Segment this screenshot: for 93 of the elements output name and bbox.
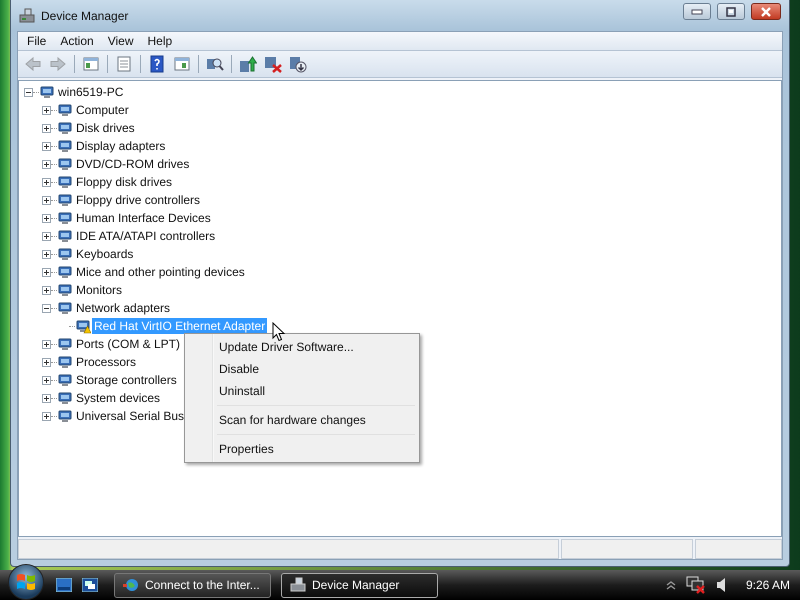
device-icon: [57, 354, 73, 370]
menu-item[interactable]: Scan for hardware changes: [187, 409, 417, 431]
device-icon: [57, 210, 73, 226]
tree-item[interactable]: Floppy drive controllers: [74, 192, 202, 208]
right-arrow-icon: [49, 55, 67, 73]
tree-item[interactable]: Keyboards: [74, 246, 136, 262]
close-button[interactable]: [751, 3, 781, 20]
device-icon: [57, 156, 73, 172]
down-arrow-icon: [289, 55, 307, 73]
tree-item[interactable]: IDE ATA/ATAPI controllers: [74, 228, 218, 244]
expand-toggle[interactable]: [42, 142, 51, 150]
clock[interactable]: 9:26 AM: [746, 578, 790, 592]
tree-item[interactable]: Mice and other pointing devices: [74, 264, 247, 280]
expand-toggle[interactable]: [42, 340, 51, 348]
menu-item[interactable]: Properties: [187, 438, 417, 460]
device-icon: [57, 408, 73, 424]
left-arrow-icon: [24, 55, 42, 73]
tree-item[interactable]: DVD/CD-ROM drives: [74, 156, 192, 172]
minimize-icon: [691, 8, 703, 14]
tree-item[interactable]: System devices: [74, 390, 162, 406]
expand-toggle[interactable]: [42, 196, 51, 204]
device-icon: [57, 174, 73, 190]
menu-item[interactable]: View: [102, 34, 138, 48]
expand-toggle[interactable]: [42, 250, 51, 258]
tree-item[interactable]: Processors: [74, 354, 138, 370]
panel-icon: [82, 55, 100, 73]
expand-toggle[interactable]: [42, 124, 51, 132]
tree-item[interactable]: Ports (COM & LPT): [74, 336, 182, 352]
tree-item[interactable]: Human Interface Devices: [74, 210, 213, 226]
tree-item[interactable]: Computer: [74, 102, 131, 118]
device-icon: [57, 282, 73, 298]
collapse-toggle[interactable]: [24, 88, 33, 96]
expand-toggle[interactable]: [42, 160, 51, 168]
windows-logo-icon: [15, 571, 37, 593]
expand-toggle[interactable]: [42, 214, 51, 222]
tree-item[interactable]: Universal Serial Bus: [74, 408, 186, 424]
computer-icon: [290, 577, 306, 593]
globe-icon: [123, 577, 139, 593]
up-arrow-icon: [239, 55, 257, 73]
remove-icon: [264, 55, 282, 73]
tree-item[interactable]: Disk drives: [74, 120, 137, 136]
device-icon: [57, 102, 73, 118]
expand-toggle[interactable]: [42, 106, 51, 114]
expand-toggle[interactable]: [42, 286, 51, 294]
tree-item[interactable]: Floppy disk drives: [74, 174, 174, 190]
help-icon: [148, 55, 166, 73]
taskbar-button[interactable]: Device Manager: [281, 572, 438, 598]
menu-item[interactable]: Help: [142, 34, 178, 48]
menu-item[interactable]: Uninstall: [187, 380, 417, 402]
maximize-icon: [726, 6, 736, 16]
taskbar-button[interactable]: Connect to the Inter...: [114, 572, 271, 598]
device-icon: [57, 246, 73, 262]
expand-toggle[interactable]: [42, 358, 51, 366]
tree-item[interactable]: Network adapters: [74, 300, 172, 316]
device-icon: [57, 336, 73, 352]
desktop-icon[interactable]: [56, 578, 72, 592]
chevron-up-icon[interactable]: [666, 580, 676, 590]
computer-icon: [19, 8, 35, 24]
speaker-icon[interactable]: [716, 577, 728, 593]
tree-item[interactable]: Monitors: [74, 282, 124, 298]
collapse-toggle[interactable]: [42, 304, 51, 312]
menu-item[interactable]: File: [22, 34, 52, 48]
windows-switch-icon[interactable]: [82, 578, 98, 592]
device-icon: [57, 264, 73, 280]
window-title: Device Manager: [41, 8, 128, 22]
close-icon: [760, 6, 772, 16]
tree-item[interactable]: win6519-PC: [56, 84, 126, 100]
expand-toggle[interactable]: [42, 394, 51, 402]
device-icon: [57, 192, 73, 208]
device-icon: [39, 84, 55, 100]
cursor-icon: [272, 322, 286, 342]
expand-toggle[interactable]: [42, 268, 51, 276]
expand-toggle[interactable]: [42, 376, 51, 384]
device-icon: [57, 300, 73, 316]
menu-item[interactable]: Disable: [187, 358, 417, 380]
network-error-icon[interactable]: [686, 576, 706, 594]
document-icon: [115, 55, 133, 73]
menu-item[interactable]: Action: [55, 34, 99, 48]
minimize-button[interactable]: [683, 3, 711, 20]
device-icon: [57, 138, 73, 154]
device-icon: [57, 390, 73, 406]
tree-item[interactable]: Display adapters: [74, 138, 168, 154]
tree-item[interactable]: Storage controllers: [74, 372, 179, 388]
expand-toggle[interactable]: [42, 412, 51, 420]
expand-toggle[interactable]: [42, 178, 51, 186]
start-button[interactable]: [8, 564, 44, 600]
device-icon: [57, 372, 73, 388]
expand-toggle[interactable]: [42, 232, 51, 240]
maximize-button[interactable]: [717, 3, 745, 20]
device-icon: [57, 228, 73, 244]
menu-item[interactable]: Update Driver Software...: [187, 336, 417, 358]
panel-icon: [173, 55, 191, 73]
device-icon: [57, 120, 73, 136]
